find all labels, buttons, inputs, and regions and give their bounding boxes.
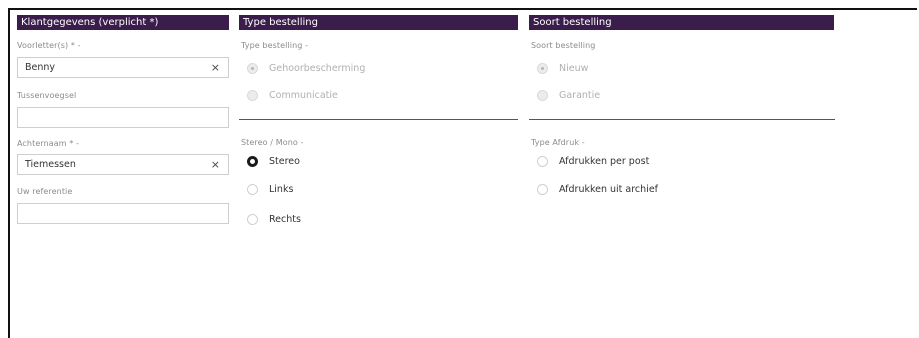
type-afdruk-label: Type Afdruk - bbox=[531, 138, 585, 147]
referentie-input[interactable] bbox=[17, 203, 229, 224]
voorletters-value: Benny bbox=[25, 62, 56, 73]
radio-label: Garantie bbox=[559, 90, 601, 101]
referentie-label: Uw referentie bbox=[17, 187, 73, 196]
type-bestelling-section: Type bestelling Type bestelling - Gehoor… bbox=[239, 15, 518, 225]
radio-label: Communicatie bbox=[269, 90, 338, 101]
type-bestelling-label: Type bestelling - bbox=[241, 41, 309, 50]
radio-button-checked[interactable] bbox=[537, 63, 548, 74]
divider bbox=[239, 119, 518, 120]
radio-button[interactable] bbox=[247, 184, 258, 195]
tussenvoegsel-label: Tussenvoegsel bbox=[17, 91, 77, 100]
radio-label: Afdrukken uit archief bbox=[559, 184, 659, 195]
voorletters-clear-icon[interactable]: × bbox=[211, 61, 220, 74]
radio-label: Nieuw bbox=[559, 63, 589, 74]
radio-button[interactable] bbox=[247, 214, 258, 225]
klantgegevens-section: Klantgegevens (verplicht *) Voorletter(s… bbox=[17, 15, 229, 224]
voorletters-label: Voorletter(s) * - bbox=[17, 41, 81, 50]
tussenvoegsel-input[interactable] bbox=[17, 107, 229, 128]
achternaam-input[interactable]: Tiemessen × bbox=[17, 154, 229, 175]
achternaam-clear-icon[interactable]: × bbox=[211, 158, 220, 171]
radio-button[interactable] bbox=[537, 90, 548, 101]
stereo-mono-label: Stereo / Mono - bbox=[241, 138, 304, 147]
radio-button-checked[interactable] bbox=[247, 63, 258, 74]
radio-label: Rechts bbox=[269, 214, 301, 225]
achternaam-label: Achternaam * - bbox=[17, 139, 80, 148]
radio-label: Gehoorbescherming bbox=[269, 63, 366, 74]
radio-label: Afdrukken per post bbox=[559, 156, 650, 167]
soort-bestelling-section: Soort bestelling Soort bestelling Nieuw … bbox=[529, 15, 835, 195]
klantgegevens-header: Klantgegevens (verplicht *) bbox=[17, 15, 229, 30]
type-bestelling-header: Type bestelling bbox=[239, 15, 518, 30]
soort-bestelling-label: Soort bestelling bbox=[531, 41, 596, 50]
radio-button[interactable] bbox=[247, 90, 258, 101]
radio-button[interactable] bbox=[537, 156, 548, 167]
achternaam-value: Tiemessen bbox=[25, 159, 76, 170]
radio-button[interactable] bbox=[537, 184, 548, 195]
soort-bestelling-header: Soort bestelling bbox=[529, 15, 834, 30]
radio-label: Stereo bbox=[269, 156, 300, 167]
radio-button-checked[interactable] bbox=[247, 156, 258, 167]
divider bbox=[529, 119, 835, 120]
radio-label: Links bbox=[269, 184, 294, 195]
voorletters-input[interactable]: Benny × bbox=[17, 57, 229, 78]
